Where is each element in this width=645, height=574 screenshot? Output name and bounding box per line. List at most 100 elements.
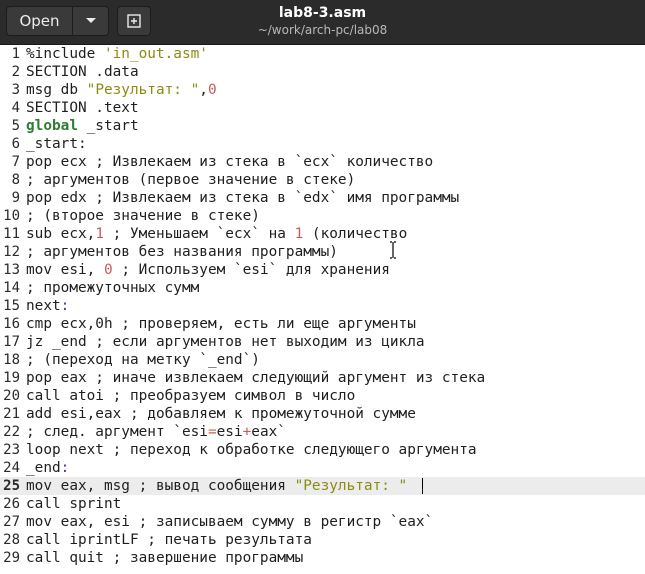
code-text: ; аргументов без названия программы) — [26, 243, 338, 261]
code-line[interactable]: 13 mov esi, 0 ; Используем `esi` для хран… — [0, 261, 645, 279]
code-line[interactable]: 23 loop next ; переход к обработке следую… — [0, 441, 645, 459]
open-menu-button[interactable] — [72, 6, 109, 36]
code-line[interactable]: 2 SECTION .data — [0, 63, 645, 81]
code-token: ; Используем `esi` для хранения — [112, 262, 390, 278]
code-token: SECTION .data — [26, 64, 139, 80]
line-number: 19 — [3, 370, 20, 386]
code-line[interactable]: 29 call quit ; завершение программы — [0, 549, 645, 567]
code-token: call iprintLF ; печать результата — [26, 532, 312, 548]
code-text: sub ecx,1 ; Уменьшаем `ecx` на 1 (количе… — [26, 225, 407, 243]
code-line[interactable]: 21 add esi,eax ; добавляем к промежуточно… — [0, 405, 645, 423]
code-text: next: — [26, 297, 69, 315]
line-number: 10 — [3, 208, 20, 224]
code-token: msg db — [26, 82, 87, 98]
code-text: cmp ecx,0h ; проверяем, есть ли еще аргу… — [26, 315, 416, 333]
code-token: 1 — [294, 226, 304, 242]
code-text: _end: — [26, 459, 69, 477]
line-number: 4 — [11, 100, 20, 116]
header-bar: Open lab8-3.asm ~/work/arch-pc/lab08 — [0, 0, 645, 45]
code-text: ; аргументов (первое значение в стеке) — [26, 171, 355, 189]
code-line[interactable]: 18 ; (переход на метку `_end`) — [0, 351, 645, 369]
line-number: 25 — [3, 478, 20, 494]
line-number: 18 — [3, 352, 20, 368]
code-token: _start: — [26, 136, 87, 152]
code-token: loop next ; переход к обработке следующе… — [26, 442, 477, 458]
code-token: (количество — [303, 226, 408, 242]
code-line[interactable]: 24 _end: — [0, 459, 645, 477]
line-number: 12 — [3, 244, 20, 260]
code-line[interactable]: 12 ; аргументов без названия программы) — [0, 243, 645, 261]
code-text: SECTION .text — [26, 99, 139, 117]
code-token: ; (переход на метку `_end`) — [26, 352, 260, 368]
new-document-button[interactable] — [117, 6, 151, 36]
code-line[interactable]: 4 SECTION .text — [0, 99, 645, 117]
line-number: 26 — [3, 496, 20, 512]
code-token: ; (второе значение в стеке) — [26, 208, 260, 224]
code-text: ; (переход на метку `_end`) — [26, 351, 260, 369]
code-line[interactable]: 3 msg db "Результат: ",0 — [0, 81, 645, 99]
code-token: = — [207, 424, 217, 440]
code-text: call quit ; завершение программы — [26, 549, 303, 567]
code-token: pop edx ; Извлекаем из стека в `edx` имя… — [26, 190, 460, 206]
line-number: 11 — [3, 226, 20, 242]
line-number: 24 — [3, 460, 20, 476]
text-caret — [422, 478, 423, 494]
line-number: 22 — [3, 424, 20, 440]
code-line[interactable]: 15 next: — [0, 297, 645, 315]
code-line[interactable]: 7 pop ecx ; Извлекаем из стека в `ecx` ко… — [0, 153, 645, 171]
line-number: 8 — [11, 172, 20, 188]
code-line[interactable]: 11 sub ecx,1 ; Уменьшаем `ecx` на 1 (коли… — [0, 225, 645, 243]
code-token: ; след. аргумент `esi — [26, 424, 208, 440]
code-line[interactable]: 17 jz _end ; если аргументов нет выходим … — [0, 333, 645, 351]
code-text: call atoi ; преобразуем символ в число — [26, 387, 355, 405]
code-token: mov eax, esi ; записываем сумму в регист… — [26, 514, 434, 530]
code-token: 0 — [103, 262, 113, 278]
line-number: 23 — [3, 442, 20, 458]
code-token: esi — [216, 424, 243, 440]
code-line[interactable]: 19 pop eax ; иначе извлекаем следующий ар… — [0, 369, 645, 387]
line-number: 29 — [3, 550, 20, 566]
code-token: %include — [26, 46, 104, 62]
code-line[interactable]: 26 call sprint — [0, 495, 645, 513]
code-line[interactable]: 1 %include 'in_out.asm' — [0, 45, 645, 63]
line-number: 28 — [3, 532, 20, 548]
code-token: "Результат: " — [294, 478, 408, 494]
code-line[interactable]: 27 mov eax, esi ; записываем сумму в реги… — [0, 513, 645, 531]
code-line[interactable]: 10 ; (второе значение в стеке) — [0, 207, 645, 225]
code-token: ; промежуточных сумм — [26, 280, 200, 296]
code-line[interactable]: 28 call iprintLF ; печать результата — [0, 531, 645, 549]
code-text: call sprint — [26, 495, 121, 513]
line-number: 16 — [3, 316, 20, 332]
code-token: global — [26, 118, 78, 134]
code-token: 0 — [207, 82, 217, 98]
code-token: + — [242, 424, 252, 440]
code-text: _start: — [26, 135, 87, 153]
code-line[interactable]: 9 pop edx ; Извлекаем из стека в `edx` им… — [0, 189, 645, 207]
line-number: 15 — [3, 298, 20, 314]
code-line[interactable]: 5 global _start — [0, 117, 645, 135]
code-text: pop eax ; иначе извлекаем следующий аргу… — [26, 369, 485, 387]
code-token: ; аргументов (первое значение в стеке) — [26, 172, 356, 188]
open-button-label: Open — [19, 12, 60, 30]
line-number: 13 — [3, 262, 20, 278]
code-token: , — [199, 82, 208, 98]
code-token: mov eax, msg ; вывод сообщения — [26, 478, 295, 494]
code-line[interactable]: 8 ; аргументов (первое значение в стеке) — [0, 171, 645, 189]
code-line[interactable]: 6 _start: — [0, 135, 645, 153]
new-document-icon — [127, 14, 141, 28]
code-token: 'in_out.asm' — [103, 46, 208, 62]
code-line[interactable]: 14 ; промежуточных сумм — [0, 279, 645, 297]
code-token: next — [26, 298, 61, 314]
code-token: ; аргументов без названия программы) — [26, 244, 338, 260]
code-line[interactable]: 22 ; след. аргумент `esi=esi+eax` — [0, 423, 645, 441]
line-number: 20 — [3, 388, 20, 404]
code-editor[interactable]: 1 %include 'in_out.asm' 2 SECTION .data 3 msg… — [0, 45, 645, 574]
code-line[interactable]: 20 call atoi ; преобразуем символ в число — [0, 387, 645, 405]
code-token: ; Уменьшаем `ecx` на — [103, 226, 295, 242]
code-text: ; (второе значение в стеке) — [26, 207, 260, 225]
open-button[interactable]: Open — [6, 6, 73, 36]
code-line[interactable]: 16 cmp ecx,0h ; проверяем, есть ли еще ар… — [0, 315, 645, 333]
code-line[interactable]: 25 mov eax, msg ; вывод сообщения "Резуль… — [0, 477, 645, 495]
line-number: 6 — [11, 136, 20, 152]
line-number: 7 — [11, 154, 20, 170]
